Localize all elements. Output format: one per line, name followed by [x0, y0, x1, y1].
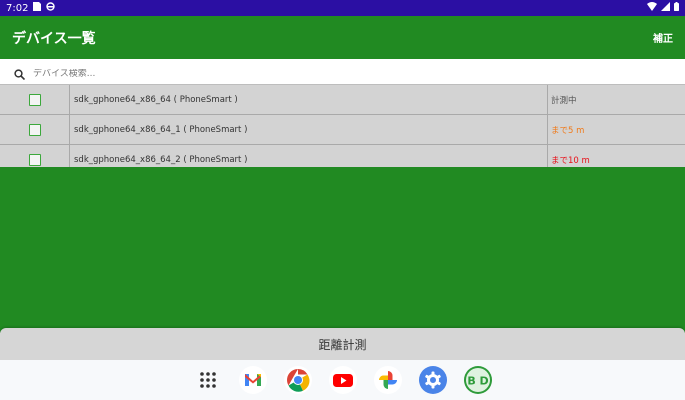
search-input[interactable] — [33, 69, 671, 79]
calibrate-button[interactable]: 補正 — [653, 30, 673, 45]
gmail-icon[interactable] — [238, 365, 268, 395]
bd-app-label: B D — [467, 375, 488, 388]
bd-app-icon[interactable]: B D — [463, 365, 493, 395]
battery-icon — [674, 2, 679, 14]
measure-distance-button[interactable]: 距離計測 — [0, 328, 685, 360]
wifi-icon — [647, 2, 657, 14]
device-row[interactable]: sdk_gphone64_x86_64 ( PhoneSmart ) 計測中 — [0, 85, 685, 115]
device-name: sdk_gphone64_x86_64_2 ( PhoneSmart ) — [70, 145, 548, 167]
status-bar: 7:02 — [0, 0, 685, 16]
app-dock: B D — [0, 360, 685, 400]
youtube-icon[interactable] — [328, 365, 358, 395]
search-icon — [14, 65, 26, 84]
photos-icon[interactable] — [373, 365, 403, 395]
device-name: sdk_gphone64_x86_64 ( PhoneSmart ) — [70, 85, 548, 114]
app-bar: デバイス一覧 補正 — [0, 16, 685, 59]
sync-icon — [46, 2, 56, 14]
device-row[interactable]: sdk_gphone64_x86_64_2 ( PhoneSmart ) まで1… — [0, 145, 685, 167]
device-checkbox[interactable] — [28, 93, 41, 106]
device-name: sdk_gphone64_x86_64_1 ( PhoneSmart ) — [70, 115, 548, 144]
device-row[interactable]: sdk_gphone64_x86_64_1 ( PhoneSmart ) まで5… — [0, 115, 685, 145]
device-checkbox[interactable] — [28, 153, 41, 166]
app-drawer-icon[interactable] — [193, 365, 223, 395]
checkbox-cell — [0, 85, 70, 114]
device-status: 計測中 — [551, 95, 577, 106]
device-status: まで10 m — [551, 155, 590, 166]
signal-icon — [661, 2, 670, 14]
checkbox-cell — [0, 145, 70, 167]
status-left: 7:02 — [6, 2, 56, 14]
content-background — [0, 167, 685, 333]
page-title: デバイス一覧 — [12, 30, 96, 47]
status-right — [647, 2, 679, 14]
device-checkbox[interactable] — [28, 123, 41, 136]
device-status: まで5 m — [551, 125, 585, 136]
sim-card-icon — [33, 2, 42, 14]
status-time: 7:02 — [6, 2, 29, 14]
settings-icon[interactable] — [418, 365, 448, 395]
chrome-icon[interactable] — [283, 365, 313, 395]
device-list: sdk_gphone64_x86_64 ( PhoneSmart ) 計測中 s… — [0, 84, 685, 167]
checkbox-cell — [0, 115, 70, 144]
search-bar — [0, 64, 685, 84]
